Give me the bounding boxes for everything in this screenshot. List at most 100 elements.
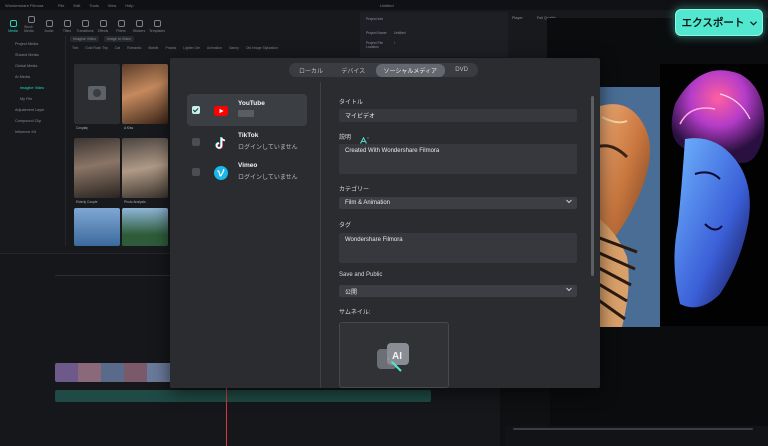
toolbar-transitions[interactable]: Transitions [77,20,94,33]
filter-tab[interactable]: Romantic [127,46,141,50]
media-tab-image-to-video[interactable]: Image to Video [103,36,135,42]
vimeo-name: Vimeo [238,162,258,169]
sidebar-item-shared-media[interactable]: Shared Media [0,49,65,60]
filter-tab[interactable]: Text [72,46,78,50]
timeline-audio-clip[interactable] [55,390,431,402]
tiktok-checkbox[interactable] [192,138,200,146]
platform-tiktok[interactable]: TikTok ログインしていません [187,126,307,158]
chevron-down-icon [566,287,572,294]
thumbnail-picker[interactable]: AI [339,322,449,388]
toolbar-stickers[interactable]: Stickers [132,20,146,33]
title-input-value: マイビデオ [345,114,376,120]
youtube-icon [214,104,228,118]
toolbar-titles[interactable]: Titles [60,20,74,33]
category-select[interactable]: Film & Animation [339,197,577,209]
media-thumb-cosplay[interactable] [74,64,120,124]
youtube-checkbox[interactable] [192,106,200,114]
export-button[interactable]: エクスポート [675,9,763,36]
tags-value: Wondershare Filmora [345,237,403,243]
tiktok-icon [214,136,228,150]
svg-text:AI: AI [392,351,402,362]
thumb-caption: A Kiss [124,126,134,130]
media-tab-imagine-video[interactable]: Imagine Video [70,36,99,42]
sidebar-item-influence-kit[interactable]: Influence Kit [0,126,65,137]
privacy-select[interactable]: 公開 [339,285,577,297]
player-label: Player [512,16,523,20]
dialog-divider [320,82,321,388]
menu-file[interactable]: File [58,3,64,8]
privacy-value: 公開 [345,289,358,296]
toolbar-media[interactable]: Media [6,20,20,33]
platform-vimeo[interactable]: Vimeo ログインしていません [187,156,307,188]
privacy-label: Save and Public [339,272,383,278]
sidebar-item-global-media[interactable]: Global Media [0,60,65,71]
project-info-panel: Project Info Project Name Untitled Proje… [360,12,508,57]
project-name-label: Project Name [366,31,387,35]
description-textarea[interactable]: Created With Wondershare Filmora [339,144,577,174]
youtube-name: YouTube [238,100,265,107]
editor-menu: File Edit Tools View Help [58,3,134,8]
video-placeholder-icon [88,86,106,100]
platform-youtube[interactable]: YouTube [187,94,307,126]
filter-tab[interactable]: Pravda [165,46,176,50]
menu-edit[interactable]: Edit [73,3,80,8]
toolbar-audio[interactable]: Audio [42,20,56,33]
media-tabs: Imagine Video Image to Video [70,36,135,42]
project-location-value: / [394,41,395,45]
title-input[interactable]: マイビデオ [339,109,577,122]
filter-tab[interactable]: Old Image Stylization [246,46,278,50]
tab-device[interactable]: デバイス [333,64,373,77]
sidebar-item-my-file[interactable]: My File [0,93,65,104]
menu-help[interactable]: Help [125,3,133,8]
media-thumb-photo-analysis[interactable] [122,138,168,198]
export-button-label: エクスポート [681,17,745,29]
toolbar-effects[interactable]: Effects [96,20,110,33]
editor-document-title: Untitled [380,3,394,8]
sidebar-item-adjustment-layer[interactable]: Adjustment Layer [0,104,65,115]
editor-app-title: Wondershare Filmora [5,3,44,8]
menu-view[interactable]: View [108,3,117,8]
chevron-down-icon[interactable] [750,19,757,28]
tab-local[interactable]: ローカル [291,64,331,77]
export-dialog: ローカル デバイス ソーシャルメディア DVD YouTube TikTok ロ… [170,58,600,388]
media-thumb-landscape[interactable] [122,208,168,246]
vimeo-status: ログインしていません [238,175,298,181]
editor-toolbar: Media Stock Media Audio Titles Transitio… [0,10,360,36]
filter-tab[interactable]: Gold Rush Trip [85,46,108,50]
tags-textarea[interactable]: Wondershare Filmora [339,233,577,263]
media-thumb-elderly-couple[interactable] [74,138,120,198]
filter-tab[interactable]: Animation [207,46,222,50]
vimeo-checkbox[interactable] [192,168,200,176]
title-label: タイトル [339,100,364,106]
vimeo-icon [214,166,228,180]
tags-label: タグ [339,223,352,229]
tab-social-media[interactable]: ソーシャルメディア [375,63,445,77]
filter-tab[interactable]: Cat [115,46,120,50]
filter-tab[interactable]: Lighter Life [183,46,200,50]
player-progress-bar[interactable] [513,428,753,430]
ai-write-icon[interactable] [360,131,369,144]
media-thumb-sky[interactable] [74,208,120,246]
thumbnail-label: サムネイル: [339,310,371,316]
export-tabs: ローカル デバイス ソーシャルメディア DVD [289,63,478,77]
toolbar-templates[interactable]: Templates [149,20,165,33]
tiktok-name: TikTok [238,132,259,139]
media-thumb-a-kiss[interactable] [122,64,168,124]
toolbar-stock-media[interactable]: Stock Media [24,16,38,33]
sidebar-item-ai-media[interactable]: AI Media [0,71,65,82]
tab-dvd[interactable]: DVD [447,65,476,75]
category-value: Film & Animation [345,200,391,206]
filter-tab[interactable]: Mobile [148,46,158,50]
project-location-label: Project File Location [366,41,383,49]
thumb-caption: Photo Analysis [124,200,146,204]
sidebar-item-project-media[interactable]: Project Media [0,38,65,49]
project-info-title: Project Info [366,17,384,21]
toolbar-filters[interactable]: Filters [114,20,128,33]
sidebar-item-compound-clip[interactable]: Compound Clip [0,115,65,126]
dialog-scrollbar[interactable] [591,96,594,276]
filter-tab[interactable]: Nanny [229,46,239,50]
menu-tools[interactable]: Tools [89,3,98,8]
ai-thumbnail-icon: AI [375,341,415,373]
sidebar-item-imagine-video[interactable]: Imagine Video [0,82,65,93]
preview-image-right [660,64,768,326]
